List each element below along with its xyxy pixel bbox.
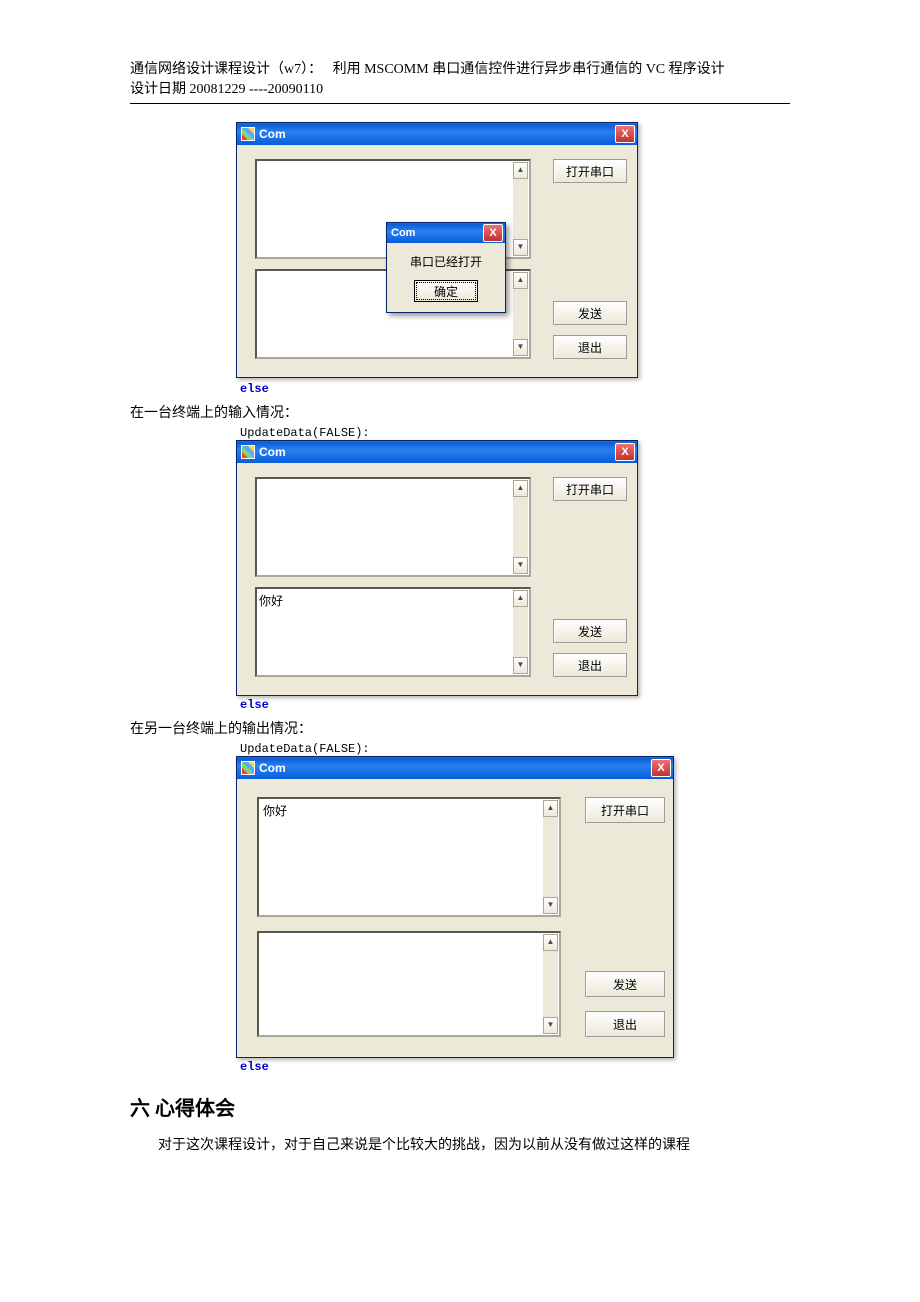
code-update: UpdateData(FALSE): (240, 426, 790, 440)
scroll-down-icon[interactable]: ▼ (513, 657, 528, 674)
scroll-track[interactable] (513, 289, 528, 339)
scroll-track[interactable] (513, 497, 528, 557)
msgbox-title: Com (391, 227, 483, 239)
receive-textbox[interactable]: ▲ ▼ (255, 477, 531, 577)
close-icon[interactable]: X (615, 125, 635, 143)
close-icon[interactable]: X (483, 224, 503, 242)
window-title: Com (259, 761, 651, 775)
dialog-com-2: Com X ▲ ▼ 你好 ▲ (236, 440, 638, 696)
exit-button[interactable]: 退出 (585, 1011, 665, 1037)
titlebar[interactable]: Com X (237, 441, 637, 463)
body-paragraph: 对于这次课程设计，对于自己来说是个比较大的挑战，因为以前从没有做过这样的课程 (130, 1135, 790, 1157)
scrollbar[interactable]: ▲ ▼ (543, 934, 558, 1034)
send-button[interactable]: 发送 (553, 619, 627, 643)
page-header: 通信网络设计课程设计（w7）： 利用 MSCOMM 串口通信控件进行异步串行通信… (130, 60, 790, 104)
scroll-up-icon[interactable]: ▲ (543, 800, 558, 817)
scroll-up-icon[interactable]: ▲ (513, 272, 528, 289)
send-textbox[interactable]: 你好 ▲ ▼ (255, 587, 531, 677)
send-button[interactable]: 发送 (553, 301, 627, 325)
window-title: Com (259, 127, 615, 141)
msgbox-titlebar[interactable]: Com X (387, 223, 505, 243)
receive-textbox[interactable]: 你好 ▲ ▼ (257, 797, 561, 917)
scrollbar[interactable]: ▲ ▼ (513, 480, 528, 574)
open-port-button[interactable]: 打开串口 (553, 477, 627, 501)
header-date: 设计日期 20081229 ----20090110 (130, 80, 790, 100)
receive-text: 你好 (261, 804, 289, 818)
code-else: else (240, 1060, 269, 1074)
scroll-down-icon[interactable]: ▼ (513, 339, 528, 356)
exit-button[interactable]: 退出 (553, 653, 627, 677)
section-heading: 六 心得体会 (130, 1092, 790, 1121)
titlebar[interactable]: Com X (237, 123, 637, 145)
exit-button[interactable]: 退出 (553, 335, 627, 359)
scroll-up-icon[interactable]: ▲ (513, 590, 528, 607)
scrollbar[interactable]: ▲ ▼ (513, 590, 528, 674)
scroll-up-icon[interactable]: ▲ (543, 934, 558, 951)
code-else: else (240, 698, 269, 712)
scroll-up-icon[interactable]: ▲ (513, 162, 528, 179)
scroll-track[interactable] (543, 951, 558, 1017)
ok-button[interactable]: 确定 (414, 280, 478, 302)
open-port-button[interactable]: 打开串口 (585, 797, 665, 823)
caption-output: 在另一台终端上的输出情况： (130, 718, 790, 738)
send-textbox[interactable]: ▲ ▼ (257, 931, 561, 1037)
scroll-down-icon[interactable]: ▼ (543, 897, 558, 914)
titlebar[interactable]: Com X (237, 757, 673, 779)
send-button[interactable]: 发送 (585, 971, 665, 997)
scroll-up-icon[interactable]: ▲ (513, 480, 528, 497)
scroll-track[interactable] (513, 179, 528, 239)
scroll-down-icon[interactable]: ▼ (513, 239, 528, 256)
scrollbar[interactable]: ▲ ▼ (513, 162, 528, 256)
window-title: Com (259, 445, 615, 459)
scroll-down-icon[interactable]: ▼ (513, 557, 528, 574)
app-icon (241, 761, 255, 775)
message-box: Com X 串口已经打开 确定 (386, 222, 506, 313)
close-icon[interactable]: X (651, 759, 671, 777)
open-port-button[interactable]: 打开串口 (553, 159, 627, 183)
dialog-com-3: Com X 你好 ▲ ▼ ▲ (236, 756, 674, 1058)
send-text: 你好 (259, 594, 283, 608)
code-else: else (240, 382, 269, 396)
app-icon (241, 127, 255, 141)
msgbox-text: 串口已经打开 (387, 243, 505, 280)
close-icon[interactable]: X (615, 443, 635, 461)
scroll-track[interactable] (543, 817, 558, 897)
scrollbar[interactable]: ▲ ▼ (543, 800, 558, 914)
scroll-down-icon[interactable]: ▼ (543, 1017, 558, 1034)
app-icon (241, 445, 255, 459)
code-update: UpdateData(FALSE): (240, 742, 790, 756)
scroll-track[interactable] (513, 607, 528, 657)
header-title: 通信网络设计课程设计（w7）： 利用 MSCOMM 串口通信控件进行异步串行通信… (130, 60, 790, 80)
scrollbar[interactable]: ▲ ▼ (513, 272, 528, 356)
caption-input: 在一台终端上的输入情况： (130, 402, 790, 422)
